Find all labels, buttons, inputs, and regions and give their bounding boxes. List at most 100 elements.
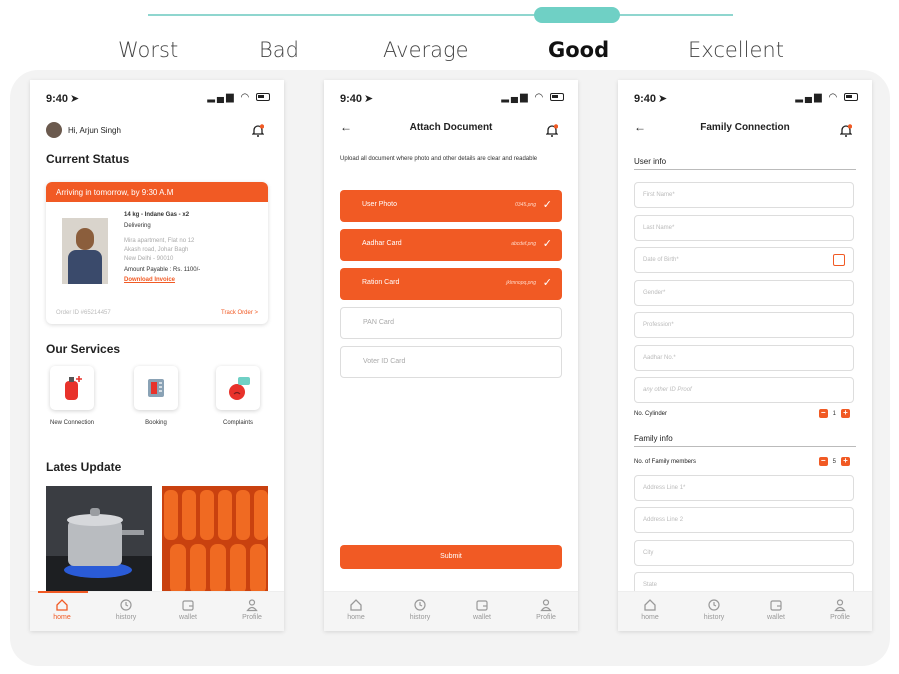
order-id: Order ID #65214457: [56, 310, 111, 316]
submit-button[interactable]: Submit: [340, 545, 562, 569]
doc-voter-id-card[interactable]: Voter ID Card: [340, 346, 562, 378]
cylinder-value: 1: [832, 410, 836, 417]
bottom-navigation: home history wallet Profile: [618, 591, 872, 631]
phone-attach-document-screen: 9:40 ➤ ▂▄▆ ◠ ← Attach Document Upload all…: [324, 80, 578, 631]
profile-icon: [540, 599, 552, 612]
history-icon: [120, 599, 132, 611]
increment-button[interactable]: +: [841, 409, 850, 418]
status-icons: ▂▄▆ ◠: [207, 92, 270, 103]
gas-cylinder-plus-icon: [65, 376, 82, 400]
doc-aadhar-card[interactable]: Aadhar Card abcdef.png ✓: [340, 229, 562, 261]
scale-label-average[interactable]: Average: [383, 38, 469, 62]
home-icon: [350, 599, 362, 611]
nav-wallet[interactable]: wallet: [462, 598, 502, 621]
wallet-icon: [182, 600, 194, 611]
nav-label: Profile: [242, 614, 262, 621]
doc-user-photo[interactable]: User Photo 0345.png ✓: [340, 190, 562, 222]
upload-instructions: Upload all document where photo and othe…: [340, 156, 538, 162]
bottom-navigation: home history wallet Profile: [324, 591, 578, 631]
nav-history[interactable]: history: [694, 598, 734, 621]
first-name-field[interactable]: First Name*: [634, 182, 854, 208]
last-name-field[interactable]: Last Name*: [634, 215, 854, 241]
nav-home[interactable]: home: [630, 598, 670, 621]
nav-home[interactable]: home: [336, 598, 376, 621]
driver-photo: [62, 218, 108, 284]
wallet-icon: [476, 600, 488, 611]
address-line-2-field[interactable]: Address Line 2: [634, 507, 854, 533]
other-id-proof-field[interactable]: any other ID Proof: [634, 377, 854, 403]
wifi-icon: ◠: [828, 92, 840, 103]
address-line-1: Mira apartment, Flat no 12: [124, 238, 195, 244]
nav-history[interactable]: history: [106, 598, 146, 621]
scale-label-bad[interactable]: Bad: [259, 38, 299, 62]
city-field[interactable]: City: [634, 540, 854, 566]
service-label: Complaints: [222, 420, 253, 426]
doc-pan-card[interactable]: PAN Card: [340, 307, 562, 339]
update-image-cooking-pot[interactable]: [46, 486, 152, 594]
aadhar-number-field[interactable]: Aadhar No.*: [634, 345, 854, 371]
calendar-icon[interactable]: [833, 254, 845, 266]
location-arrow-icon: ➤: [364, 93, 374, 105]
doc-ration-card[interactable]: Ration Card jklmnopq.png ✓: [340, 268, 562, 300]
status-bar: 9:40 ➤ ▂▄▆ ◠: [30, 80, 284, 114]
rating-scale-track: [148, 14, 733, 16]
doc-filename: 0345.png: [515, 202, 536, 208]
date-of-birth-field[interactable]: Date of Birth*: [634, 247, 854, 273]
update-image-cylinders[interactable]: [162, 486, 268, 594]
scale-label-excellent[interactable]: Excellent: [688, 38, 784, 62]
profession-field[interactable]: Profession*: [634, 312, 854, 338]
notification-bell-icon[interactable]: [545, 124, 559, 137]
service-complaints[interactable]: Complaints: [210, 366, 266, 426]
increment-button[interactable]: +: [841, 457, 850, 466]
amount-payable: Amount Payable : Rs. 1100/-: [124, 267, 201, 273]
members-label: No. of Family members: [634, 459, 697, 465]
nav-label: Profile: [536, 614, 556, 621]
doc-label: User Photo: [362, 201, 398, 208]
service-booking[interactable]: Booking: [128, 366, 184, 426]
history-icon: [414, 599, 426, 611]
order-status-card[interactable]: Arriving in tomorrow, by 9:30 A.M 14 kg …: [46, 182, 268, 324]
latest-update-title: Lates Update: [46, 460, 122, 474]
nav-profile[interactable]: Profile: [526, 598, 566, 621]
notification-bell-icon[interactable]: [839, 124, 853, 137]
nav-history[interactable]: history: [400, 598, 440, 621]
nav-label: wallet: [179, 614, 197, 621]
nav-wallet[interactable]: wallet: [168, 598, 208, 621]
avatar[interactable]: [46, 122, 62, 138]
doc-label: Ration Card: [362, 279, 400, 286]
nav-profile[interactable]: Profile: [232, 598, 272, 621]
current-status-title: Current Status: [46, 152, 130, 166]
gender-field[interactable]: Gender*: [634, 280, 854, 306]
rating-scale-knob[interactable]: [534, 7, 620, 23]
check-icon: ✓: [542, 238, 552, 250]
address-line-2: Akash road, Johar Bagh: [124, 247, 189, 253]
service-new-connection[interactable]: New Connection: [44, 366, 100, 426]
profile-icon: [834, 599, 846, 612]
wallet-icon: [770, 600, 782, 611]
decrement-button[interactable]: −: [818, 409, 828, 418]
status-time: 9:40: [340, 93, 363, 105]
battery-icon: [844, 93, 858, 102]
page-title: Attach Document: [409, 122, 493, 133]
nav-label: history: [703, 614, 725, 621]
phone-family-connection-screen: 9:40 ➤ ▂▄▆ ◠ ← Family Connection User inf…: [618, 80, 872, 631]
nav-home[interactable]: home: [42, 598, 82, 621]
wifi-icon: ◠: [240, 92, 252, 103]
nav-wallet[interactable]: wallet: [756, 598, 796, 621]
service-label: Booking: [145, 420, 167, 426]
notification-bell-icon[interactable]: [251, 124, 265, 137]
scale-label-good[interactable]: Good: [548, 38, 609, 62]
status-bar: 9:40 ➤ ▂▄▆ ◠: [618, 80, 872, 114]
family-info-heading: Family info: [634, 434, 673, 443]
nav-profile[interactable]: Profile: [820, 598, 860, 621]
nav-label: history: [115, 614, 137, 621]
location-arrow-icon: ➤: [658, 93, 668, 105]
doc-label: Aadhar Card: [362, 240, 402, 247]
track-order-link[interactable]: Track Order >: [221, 310, 258, 316]
decrement-button[interactable]: −: [818, 457, 828, 466]
status-time: 9:40: [46, 93, 69, 105]
address-line-1-field[interactable]: Address Line 1*: [634, 475, 854, 501]
scale-label-worst[interactable]: Worst: [118, 38, 178, 62]
download-invoice-link[interactable]: Download Invoice: [124, 277, 175, 283]
active-tab-indicator: [38, 591, 88, 593]
